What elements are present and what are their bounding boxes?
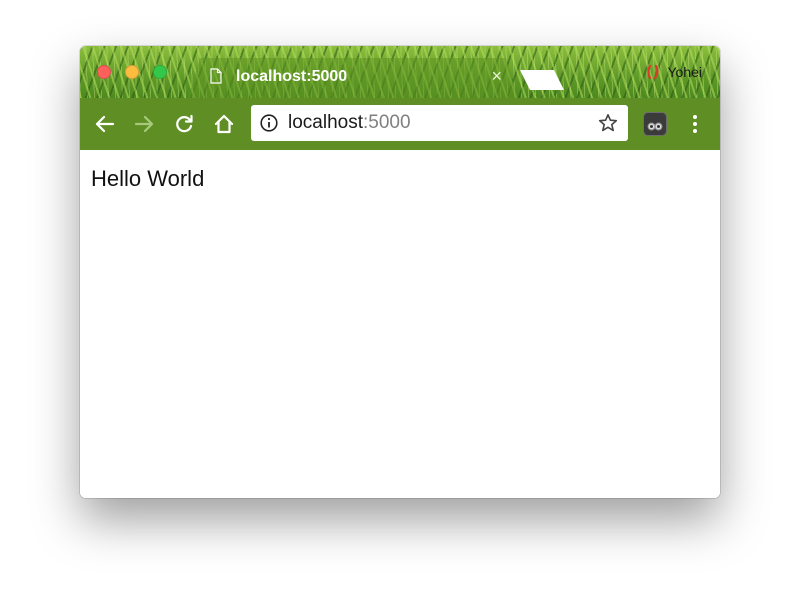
forward-button[interactable] (132, 112, 156, 136)
reload-icon (176, 114, 193, 133)
profile-name: Yohei (667, 64, 702, 80)
url-host: localhost (288, 112, 363, 133)
star-icon[interactable] (598, 113, 618, 133)
back-button[interactable] (93, 112, 117, 136)
extension-icon[interactable] (643, 112, 667, 136)
home-button[interactable] (212, 112, 236, 136)
info-icon[interactable] (260, 114, 278, 132)
profile-icon (647, 64, 659, 80)
browser-toolbar: localhost:5000 (80, 98, 720, 150)
url-port: :5000 (363, 112, 411, 133)
forward-arrow-icon (134, 115, 154, 133)
address-bar[interactable]: localhost:5000 (251, 105, 628, 141)
reload-button[interactable] (172, 112, 196, 136)
tab-title: localhost:5000 (236, 68, 348, 85)
tab-localhost[interactable]: localhost:5000 × (188, 58, 518, 98)
browser-window: localhost:5000 × Yohei localhost:5000 He… (80, 46, 720, 498)
page-content: Hello World (80, 150, 720, 498)
tab-close-icon[interactable]: × (491, 66, 502, 86)
home-icon (214, 114, 234, 134)
document-icon (210, 68, 222, 84)
new-tab-button[interactable] (520, 70, 564, 90)
back-arrow-icon (95, 115, 115, 133)
page-text: Hello World (91, 166, 205, 191)
url-text[interactable]: localhost:5000 (288, 112, 411, 134)
menu-dots-icon[interactable] (688, 112, 702, 136)
extension-glyph (647, 122, 663, 131)
title-bar: localhost:5000 × Yohei (80, 46, 720, 98)
window-maximize-button[interactable] (153, 65, 167, 79)
profile-button[interactable]: Yohei (647, 64, 702, 80)
window-minimize-button[interactable] (125, 65, 139, 79)
window-close-button[interactable] (97, 65, 111, 79)
